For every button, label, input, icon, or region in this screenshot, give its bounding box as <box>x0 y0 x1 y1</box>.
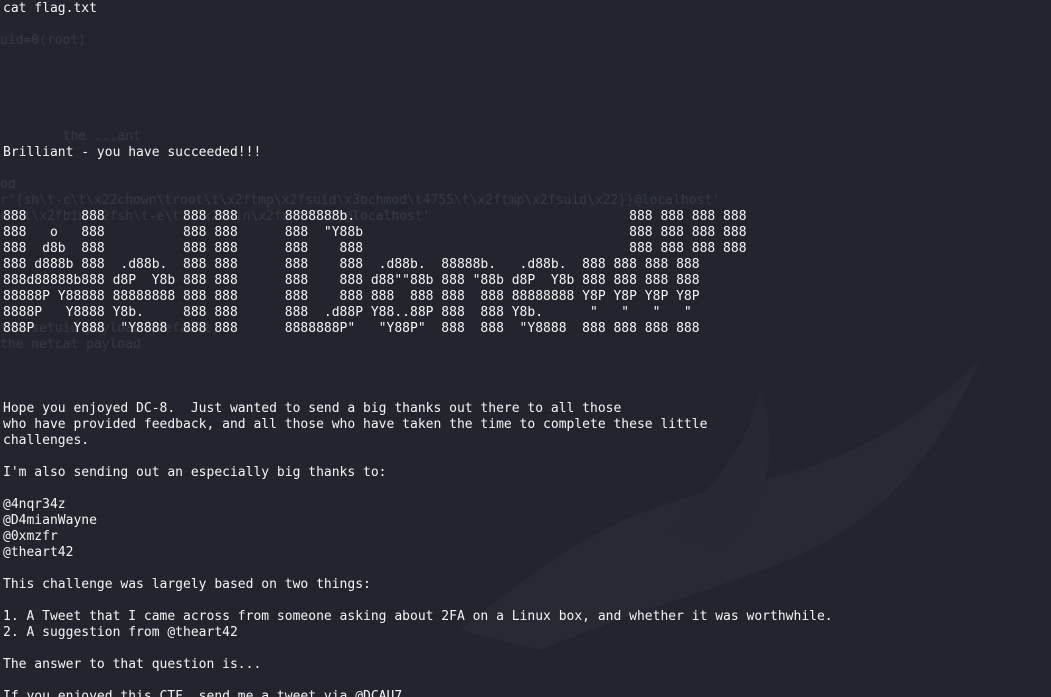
output-line: 888d88888b888 d8P Y8b 888 888 888 888 d8… <box>3 273 700 288</box>
output-line: 888 d888b 888 .d88b. 888 888 888 888 .d8… <box>3 257 700 272</box>
output-line: 888 d8b 888 888 888 888 888 888 888 888 … <box>3 241 747 256</box>
output-line: 2. A suggestion from @theart42 <box>3 625 238 640</box>
command-line: cat flag.txt <box>3 1 97 16</box>
terminal-window[interactable]: uid=0(root) the ...ant od r"{sh\t-c\t\x22c… <box>0 0 1051 697</box>
output-line: Brilliant - you have succeeded!!! <box>3 145 262 160</box>
terminal-output: cat flag.txt Brilliant - you have succeed… <box>3 1 833 697</box>
output-line: @theart42 <box>3 545 74 560</box>
output-line: I'm also sending out an especially big t… <box>3 465 387 480</box>
output-line: The answer to that question is... <box>3 657 262 672</box>
output-line: 888 888 888 888 8888888b. 888 888 888 88… <box>3 209 747 224</box>
output-line: 88888P Y88888 88888888 888 888 888 888 8… <box>3 289 700 304</box>
output-line: @D4mianWayne <box>3 513 97 528</box>
output-line: who have provided feedback, and all thos… <box>3 417 708 432</box>
output-line: challenges. <box>3 433 90 448</box>
output-line: This challenge was largely based on two … <box>3 577 371 592</box>
output-line: 888 o 888 888 888 888 "Y88b 888 888 888 … <box>3 225 747 240</box>
output-line: 888P Y888 "Y8888 888 888 8888888P" "Y88P… <box>3 321 700 336</box>
output-line: @4nqr34z <box>3 497 66 512</box>
output-line: Hope you enjoyed DC-8. Just wanted to se… <box>3 401 622 416</box>
output-line: @0xmzfr <box>3 529 58 544</box>
output-line: If you enjoyed this CTF, send me a tweet… <box>3 689 410 697</box>
output-line: 8888P Y8888 Y8b. 888 888 888 .d88P Y88..… <box>3 305 692 320</box>
output-line: 1. A Tweet that I came across from someo… <box>3 609 833 624</box>
